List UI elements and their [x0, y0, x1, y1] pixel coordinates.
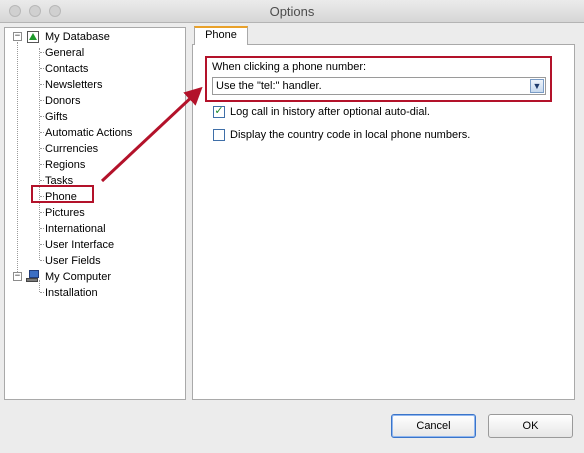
ok-button[interactable]: OK [488, 414, 573, 438]
cancel-button[interactable]: Cancel [391, 414, 476, 438]
options-window: Options − My Database General Contacts N… [0, 0, 584, 453]
annotation-arrow [100, 86, 203, 183]
